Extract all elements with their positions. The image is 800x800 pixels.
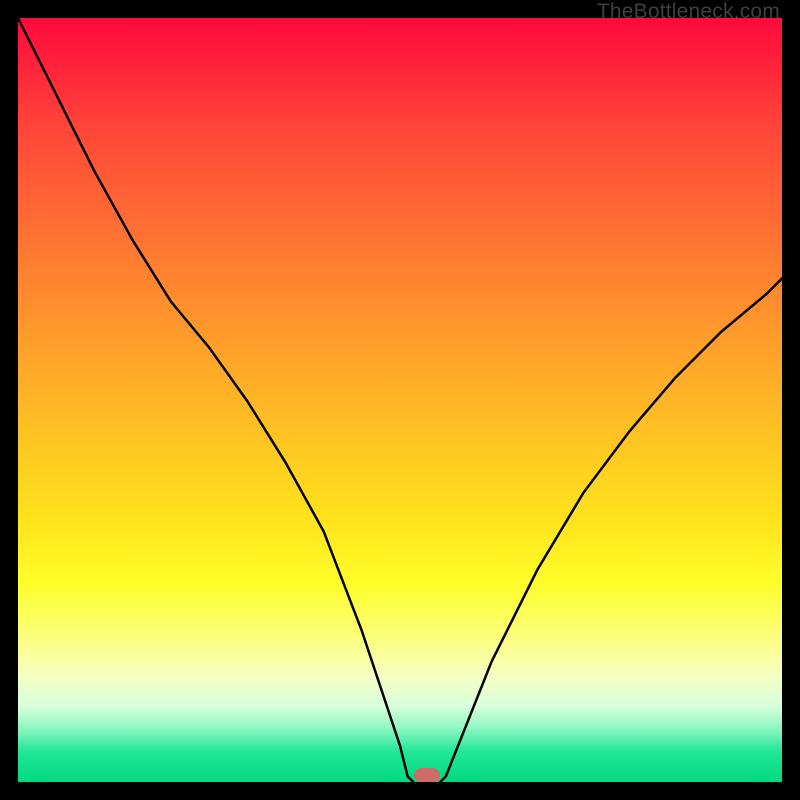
watermark-text: TheBottleneck.com bbox=[597, 0, 780, 24]
chart-container: TheBottleneck.com bbox=[0, 0, 800, 800]
optimal-marker bbox=[414, 768, 440, 782]
plot-area bbox=[18, 18, 782, 782]
bottleneck-curve bbox=[18, 18, 782, 784]
